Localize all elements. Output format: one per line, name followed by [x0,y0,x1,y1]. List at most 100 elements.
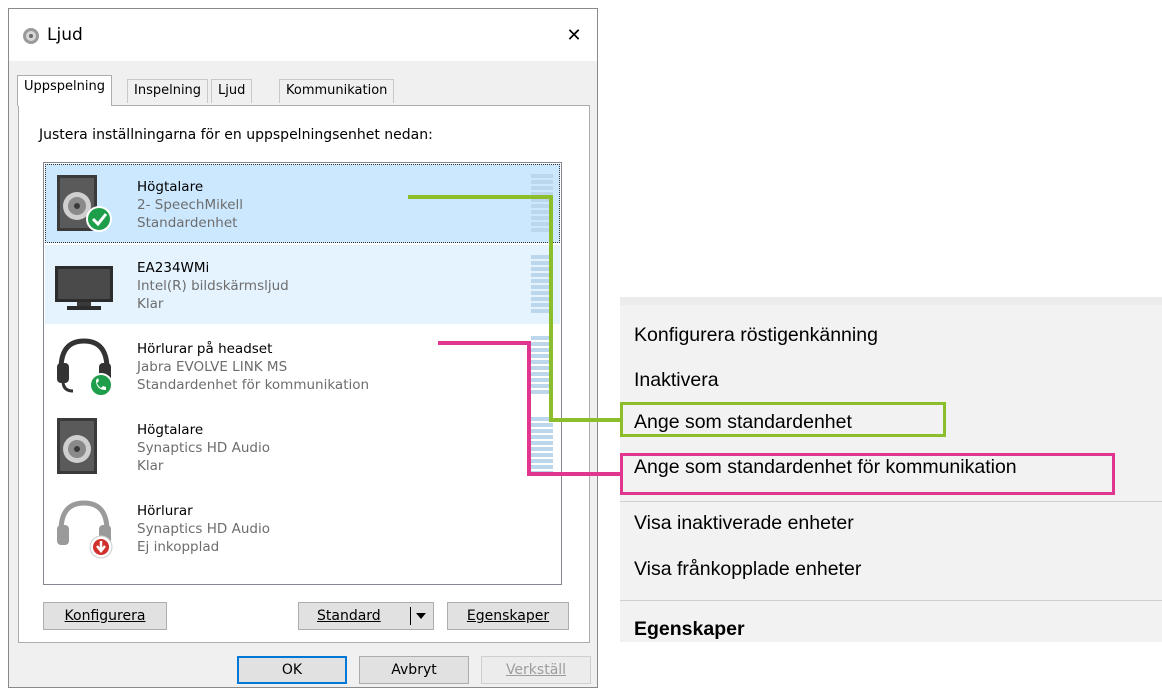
device-driver: Synaptics HD Audio [137,440,270,456]
meter-bar [531,303,553,307]
meter-bar [531,192,553,196]
meter-bar [531,267,553,271]
device-driver: Jabra EVOLVE LINK MS [137,359,288,375]
meter-bar [531,216,553,220]
ok-button[interactable]: OK [237,656,347,684]
meter-bar [531,453,553,457]
menu-item-show-disconnected-devices[interactable]: Visa frånkopplade enheter [634,558,861,581]
device-name: Högtalare [137,179,204,195]
meter-bar [531,228,553,232]
meter-bar [531,435,553,439]
meter-bar [531,366,553,370]
device-driver: Synaptics HD Audio [137,521,270,537]
device-item-headset-jabra[interactable]: Hörlurar på headset Jabra EVOLVE LINK MS… [45,326,560,405]
instruction-text: Justera inställningarna för en uppspelni… [39,127,433,143]
dropdown-arrow-icon[interactable] [415,609,427,623]
menu-item-disable[interactable]: Inaktivera [634,369,719,392]
device-driver: Intel(R) bildskärmsljud [137,278,289,294]
device-status: Standardenhet för kommunikation [137,377,370,393]
set-default-split-button[interactable]: Standard [298,602,434,630]
meter-bar [531,378,553,382]
volume-meter [531,336,553,394]
device-item-speakers-synaptics[interactable]: Högtalare Synaptics HD Audio Klar [45,407,560,486]
device-name: Högtalare [137,422,204,438]
device-item-speakers-speechmikell[interactable]: Högtalare 2- SpeechMikell Standardenhet [45,164,560,243]
tab-playback[interactable]: Uppspelning [17,75,112,106]
tab-sounds[interactable]: Ljud [211,79,253,103]
configure-button[interactable]: Konfigurera [43,602,167,630]
meter-bar [531,447,553,451]
meter-bar [531,279,553,283]
device-list[interactable]: Högtalare 2- SpeechMikell Standardenhet … [43,162,562,585]
meter-bar [531,210,553,214]
meter-bar [531,309,553,313]
meter-bar [531,180,553,184]
meter-bar [531,354,553,358]
pink-highlight-box [620,453,1115,495]
meter-bar [531,186,553,190]
menu-top-edge [620,297,1162,305]
speaker-app-icon [23,28,39,44]
meter-bar [531,198,553,202]
meter-bar [531,441,553,445]
sound-dialog: Ljud ✕ Uppspelning Inspelning Ljud Kommu… [8,8,598,688]
cancel-button[interactable]: Avbryt [359,656,469,684]
monitor-icon [55,266,113,310]
meter-bar [531,261,553,265]
meter-bar [531,429,553,433]
close-button[interactable]: ✕ [551,9,597,61]
device-driver: 2- SpeechMikell [137,197,244,213]
device-status: Klar [137,458,164,474]
meter-bar [531,297,553,301]
meter-bar [531,204,553,208]
meter-bar [531,459,553,463]
tab-recording[interactable]: Inspelning [127,79,209,103]
green-highlight-box [620,402,946,437]
headset-icon [57,338,113,397]
meter-bar [531,273,553,277]
menu-item-properties[interactable]: Egenskaper [634,618,745,641]
meter-bar [531,471,553,475]
meter-bar [531,285,553,289]
volume-meter [531,255,553,313]
device-status: Standardenhet [137,215,238,231]
meter-bar [531,348,553,352]
device-item-ea234wmi[interactable]: EA234WMi Intel(R) bildskärmsljud Klar [45,245,560,324]
green-check-badge-icon [86,206,112,232]
meter-bar [531,360,553,364]
meter-bar [531,390,553,394]
meter-bar [531,174,553,178]
meter-bar [531,465,553,469]
volume-meter [531,174,553,232]
meter-bar [531,423,553,427]
meter-bar [531,255,553,259]
close-icon: ✕ [566,24,582,46]
menu-separator [620,501,1162,502]
properties-button[interactable]: Egenskaper [447,602,569,630]
title-bar: Ljud ✕ [9,9,597,61]
meter-bar [531,384,553,388]
device-status: Klar [137,296,164,312]
window-title: Ljud [47,25,83,45]
meter-bar [531,342,553,346]
menu-item-configure-speech-recognition[interactable]: Konfigurera röstigenkänning [634,324,878,347]
meter-bar [531,222,553,226]
apply-button[interactable]: Verkställ [481,656,591,684]
green-phone-badge-icon [89,373,113,397]
speaker-icon [57,418,97,474]
tab-communications[interactable]: Kommunikation [279,79,395,103]
device-name: Hörlurar på headset [137,341,273,357]
menu-separator [620,600,1162,601]
menu-item-show-disabled-devices[interactable]: Visa inaktiverade enheter [634,512,854,535]
meter-bar [531,372,553,376]
device-name: Hörlurar [137,503,193,519]
red-down-arrow-badge-icon [89,535,113,559]
meter-bar [531,291,553,295]
meter-bar [531,336,553,340]
playback-panel: Justera inställningarna för en uppspelni… [18,105,590,643]
headphones-icon [57,500,113,559]
volume-meter [531,417,553,475]
device-item-headphones-synaptics[interactable]: Hörlurar Synaptics HD Audio Ej inkopplad [45,488,560,567]
speaker-icon [57,175,112,232]
device-name: EA234WMi [137,260,210,276]
